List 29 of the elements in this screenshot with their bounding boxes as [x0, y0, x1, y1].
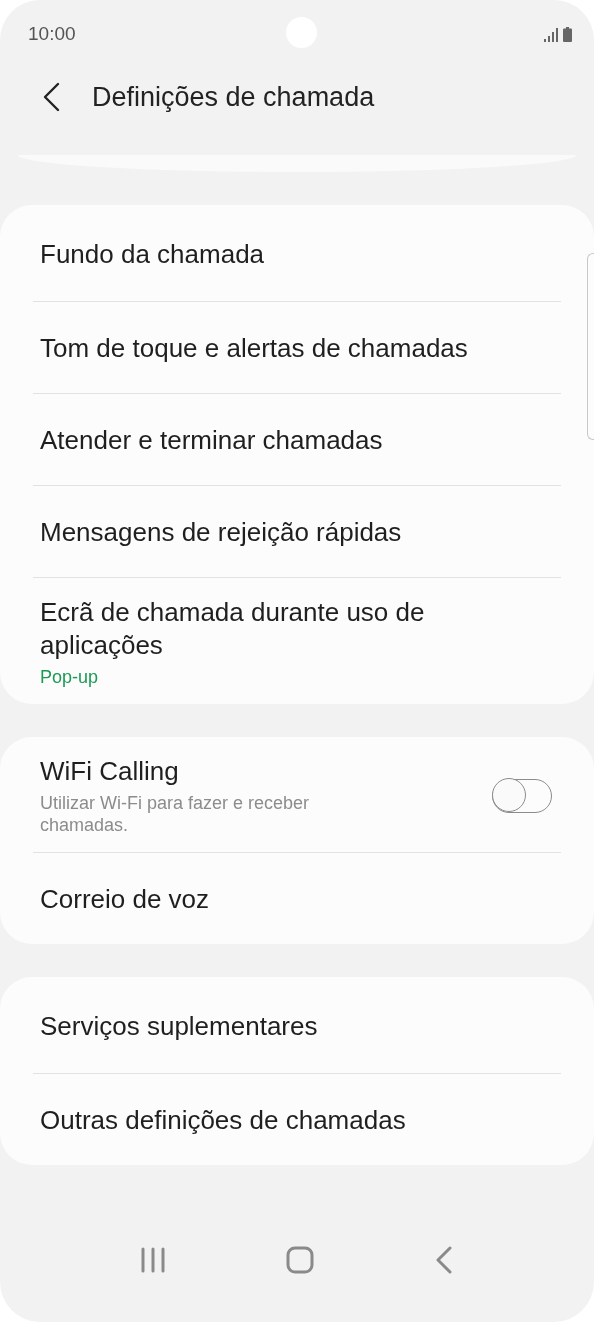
settings-item[interactable]: Tom de toque e alertas de chamadas: [33, 301, 561, 393]
item-title: Mensagens de rejeição rápidas: [40, 516, 402, 549]
settings-item[interactable]: Serviços suplementares: [33, 977, 561, 1073]
toggle-switch[interactable]: [492, 778, 552, 813]
item-title: Fundo da chamada: [40, 237, 265, 271]
settings-item[interactable]: Ecrã de chamada durante uso de aplicações Pop-up: [33, 577, 561, 704]
settings-item[interactable]: Outras definições de chamadas: [33, 1073, 561, 1165]
item-title: Serviços suplementares: [40, 1009, 318, 1043]
battery-icon: [563, 26, 572, 42]
home-icon[interactable]: [286, 1246, 314, 1274]
settings-item[interactable]: Atender e terminar chamadas: [33, 393, 561, 485]
recent-apps-icon[interactable]: [140, 1247, 165, 1273]
item-description: Utilizar Wi-Fi para fazer e receber chamadas.: [40, 792, 311, 836]
settings-item[interactable]: Mensagens de rejeição rápidas: [33, 485, 561, 577]
item-value: Pop-up: [40, 667, 100, 688]
scrollbar[interactable]: [587, 253, 594, 440]
item-title: Tom de toque e alertas de chamadas: [40, 332, 468, 365]
signal-icon: [544, 27, 558, 42]
item-title: Ecrã de chamada durante uso de aplicações: [40, 596, 426, 662]
item-title: Correio de voz: [40, 883, 210, 916]
settings-item[interactable]: Fundo da chamada: [33, 205, 561, 301]
item-title: WiFi Calling: [40, 755, 180, 788]
item-title: Outras definições de chamadas: [40, 1104, 406, 1137]
settings-item[interactable]: Correio de voz: [33, 852, 561, 944]
clock-time: 10:00: [28, 23, 76, 45]
page-title: Definições de chamada: [92, 81, 375, 113]
item-title: Atender e terminar chamadas: [40, 424, 383, 457]
back-icon[interactable]: [42, 82, 60, 112]
settings-item[interactable]: WiFi Calling Utilizar Wi-Fi para fazer e receber chamadas.: [33, 737, 561, 852]
